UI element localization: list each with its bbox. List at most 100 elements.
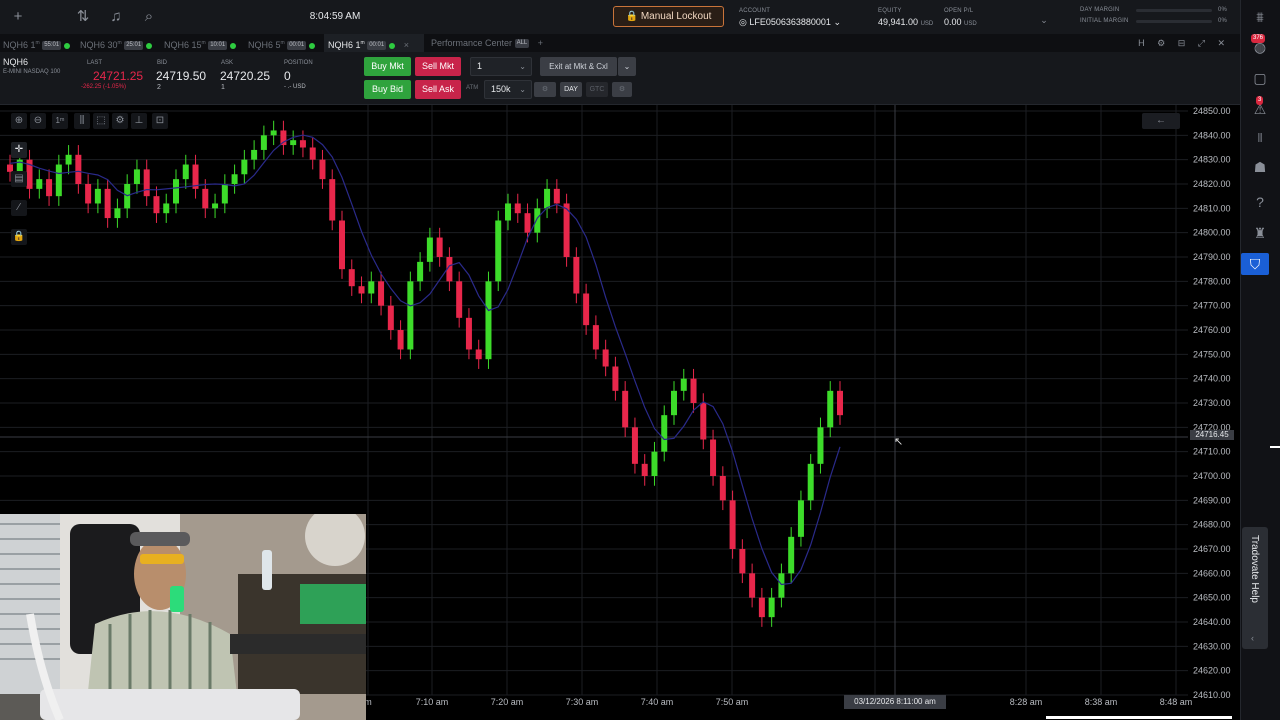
tab-nqh6-15m[interactable]: NQH6 15m 10:01 <box>164 34 237 52</box>
day-toggle[interactable]: DAY <box>560 82 582 97</box>
manual-lockout-button[interactable]: 🔒 Manual Lockout <box>613 6 724 27</box>
y-axis-label: 24740.00 <box>1193 374 1231 384</box>
candle-up <box>368 281 375 294</box>
initial-margin-pct: 0% <box>1218 18 1228 24</box>
lock-icon[interactable]: 🔒 <box>11 229 27 245</box>
tab-nqh6-1m-a[interactable]: NQH6 1m 55:01 <box>3 34 71 52</box>
candle-up <box>270 130 277 136</box>
candle-down <box>85 184 92 204</box>
ask-label: ASK <box>221 60 234 66</box>
draw-line-icon[interactable]: ⁄ <box>11 200 27 216</box>
candles-icon[interactable]: ⫼ <box>74 113 90 129</box>
gear-icon[interactable]: ⚙ <box>112 113 128 129</box>
window-controls-icon[interactable]: H ⚙ ⊟ ⤢ ✕ <box>1138 38 1230 49</box>
bell-icon[interactable]: ♫ <box>107 8 125 26</box>
exit-options-chevron-icon[interactable]: ⌄ <box>618 57 636 76</box>
buy-bid-button[interactable]: Buy Bid <box>364 80 411 99</box>
candle-up <box>133 169 140 184</box>
settings-icon[interactable]: ⚙ <box>534 82 556 97</box>
tradovate-help-label: Tradovate Help <box>1249 535 1260 603</box>
timeframe-icon[interactable]: 1ᵐ <box>52 113 68 129</box>
candle-up <box>651 451 658 476</box>
candle-up <box>817 427 824 464</box>
x-axis-label: 8:38 am <box>1085 697 1118 707</box>
y-axis-label: 24840.00 <box>1193 130 1231 140</box>
exit-at-mkt-button[interactable]: Exit at Mkt & Cxl <box>540 57 617 76</box>
chat-icon[interactable]: ▢ <box>1245 67 1275 89</box>
y-axis-label: 24710.00 <box>1193 447 1231 457</box>
y-axis-label: 24640.00 <box>1193 617 1231 627</box>
atm-select[interactable]: 150k ⌄ <box>484 80 532 99</box>
add-icon[interactable]: + <box>9 8 27 26</box>
tab-performance-center[interactable]: Performance Center ALL + <box>431 34 543 52</box>
template-icon[interactable]: ⊡ <box>152 113 168 129</box>
gtc-toggle[interactable]: GTC <box>586 82 608 97</box>
sell-ask-button[interactable]: Sell Ask <box>415 80 461 99</box>
x-axis-label: 7:20 am <box>491 697 524 707</box>
initial-margin-label: INITIAL MARGIN <box>1080 18 1129 24</box>
tradovate-help-button[interactable]: Tradovate Help ‹ <box>1242 527 1268 649</box>
candle-up <box>797 500 804 537</box>
y-axis-label: 24620.00 <box>1193 666 1231 676</box>
notes-icon[interactable]: ▤ <box>11 171 27 187</box>
y-axis-label: 24830.00 <box>1193 155 1231 165</box>
search-icon[interactable]: ⌕ <box>140 8 158 26</box>
account-selector[interactable]: ◎ LFE0506363880001 ⌄ <box>739 17 841 28</box>
candle-up <box>807 463 814 501</box>
indicators-icon[interactable]: ⊥ <box>131 113 147 129</box>
open-pl-label: OPEN P/L <box>944 8 974 14</box>
sell-mkt-button[interactable]: Sell Mkt <box>415 57 461 76</box>
equity-value: 49,941.00 USD <box>878 17 934 27</box>
sort-icon[interactable]: ⇅ <box>74 8 92 26</box>
candle-down <box>631 427 638 464</box>
manual-lockout-label: Manual Lockout <box>640 11 712 22</box>
zoom-in-icon[interactable]: ⊕ <box>11 113 27 129</box>
ask-size: 1 <box>221 84 225 91</box>
candle-down <box>299 140 306 148</box>
crosshair-icon[interactable]: ✛ <box>11 142 27 158</box>
last-label: LAST <box>87 60 103 66</box>
candle-down <box>573 257 580 294</box>
candle-down <box>749 573 756 598</box>
tab-nqh6-30m[interactable]: NQH6 30m 25:01 <box>80 34 153 52</box>
candle-down <box>700 403 707 440</box>
candle-down <box>329 179 336 221</box>
initial-margin-bar <box>1136 20 1212 23</box>
gear-icon[interactable]: ⚙ <box>612 82 632 97</box>
bid-label: BID <box>157 60 168 66</box>
candle-down <box>719 476 726 501</box>
candle-down <box>612 366 619 391</box>
tab-nqh6-1m-active[interactable]: NQH6 1m 00:01 × <box>324 34 424 52</box>
x-axis-label: 7:50 am <box>716 697 749 707</box>
quantity-select[interactable]: 1 ⌄ <box>470 57 532 76</box>
users-icon[interactable]: ☗ <box>1245 156 1275 178</box>
symbol[interactable]: NQH6 <box>3 57 28 67</box>
y-axis-label: 24790.00 <box>1193 252 1231 262</box>
candle-down <box>202 188 209 209</box>
tab-nqh6-5m[interactable]: NQH6 5m 00:01 <box>248 34 316 52</box>
zoom-out-icon[interactable]: ⊖ <box>30 113 46 129</box>
candle-down <box>837 390 843 416</box>
back-arrow-icon[interactable]: ← <box>1142 113 1180 129</box>
x-axis-label: 8:48 am <box>1160 697 1193 707</box>
y-axis-label: 24750.00 <box>1193 349 1231 359</box>
shield-icon[interactable]: ⛉ <box>1241 253 1269 275</box>
candle-down <box>319 159 326 180</box>
settings-sliders-icon[interactable]: ⩩ <box>1245 6 1275 28</box>
scroll-indicator[interactable] <box>1046 716 1232 719</box>
candle-up <box>505 203 511 221</box>
bars-icon[interactable]: ⫼ <box>1245 128 1275 150</box>
trophy-icon[interactable]: ♜ <box>1245 222 1275 244</box>
select-icon[interactable]: ⬚ <box>93 113 109 129</box>
bid-value: 24719.50 <box>156 69 207 83</box>
candle-up <box>173 179 179 204</box>
candle-up <box>65 154 72 165</box>
buy-mkt-button[interactable]: Buy Mkt <box>364 57 411 76</box>
day-margin-pct: 0% <box>1218 7 1228 13</box>
candle-up <box>534 208 541 233</box>
x-axis-label: 7:10 am <box>416 697 449 707</box>
chevron-down-icon[interactable]: ⌄ <box>1035 11 1053 29</box>
candle-up <box>290 140 297 146</box>
candle-down <box>592 325 599 350</box>
help-icon[interactable]: ? <box>1245 191 1275 213</box>
